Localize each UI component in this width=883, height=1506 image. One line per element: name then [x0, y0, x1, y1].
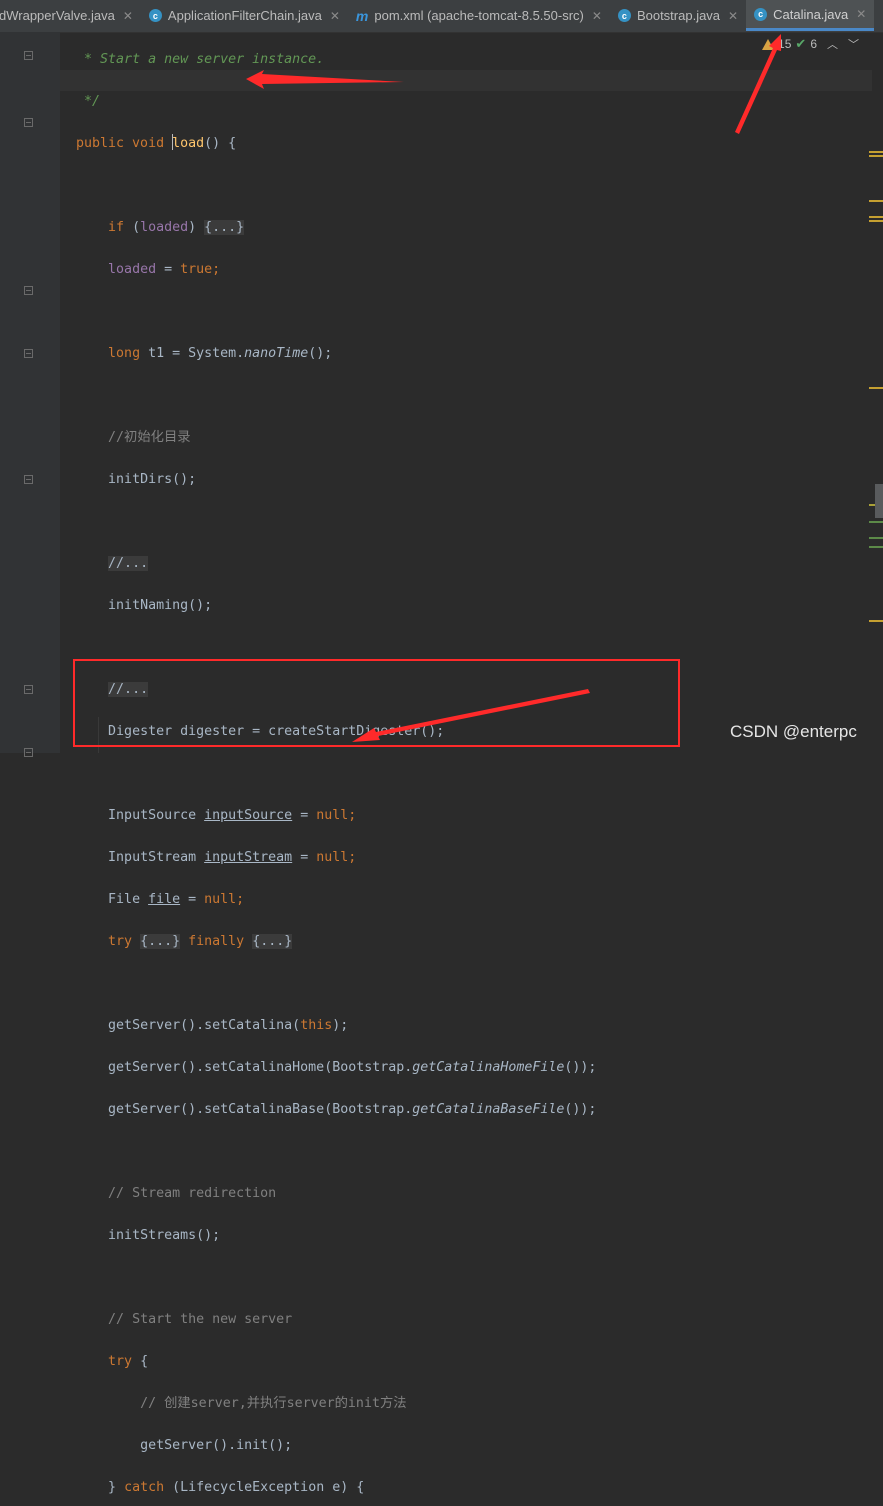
code-line: //...: [60, 553, 596, 574]
scroll-marker-ok[interactable]: [869, 537, 883, 539]
maven-icon: m: [355, 7, 369, 24]
code-line: initStreams();: [108, 1228, 221, 1243]
chevron-up-icon[interactable]: ︿: [827, 36, 838, 52]
scroll-marker-warning[interactable]: [869, 151, 883, 153]
code-line: loaded = true;: [108, 262, 221, 277]
highlight-box: [73, 659, 680, 747]
tab-pom-xml[interactable]: m pom.xml (apache-tomcat-8.5.50-src) ✕: [348, 0, 610, 31]
editor-gutter: [0, 32, 60, 757]
tab-dwrappervalve[interactable]: dWrapperValve.java ✕: [0, 0, 141, 31]
scroll-marker-ok[interactable]: [869, 521, 883, 523]
check-icon: ✔: [795, 36, 807, 51]
method-name-load[interactable]: load: [172, 136, 204, 151]
ok-count: 6: [810, 37, 817, 51]
code-line: // 创建server,并执行server的init方法: [140, 1396, 407, 1411]
code-line: * Start a new server instance.: [84, 52, 325, 67]
scroll-marker-warning[interactable]: [869, 216, 883, 218]
close-icon[interactable]: ✕: [728, 9, 738, 23]
fold-marker[interactable]: [24, 475, 33, 484]
tab-label: Catalina.java: [773, 6, 849, 22]
close-icon[interactable]: ✕: [123, 9, 133, 23]
scrollbar-thumb[interactable]: [875, 484, 883, 518]
code-line: initNaming();: [108, 598, 213, 613]
tab-catalina[interactable]: c Catalina.java ✕: [746, 0, 875, 31]
scroll-marker-warning[interactable]: [869, 155, 883, 157]
warning-icon: [762, 38, 775, 50]
code-line: getServer().setCatalinaBase(Bootstrap.ge…: [108, 1102, 597, 1117]
folded-block[interactable]: {...}: [204, 220, 245, 235]
code-line: */: [84, 94, 101, 109]
class-icon: c: [754, 7, 768, 21]
fold-marker[interactable]: [24, 349, 33, 358]
close-icon[interactable]: ✕: [330, 9, 340, 23]
code-line: File file = null;: [108, 892, 245, 907]
watermark: CSDN @enterpc: [730, 722, 857, 741]
code-line: } catch (LifecycleException e) {: [108, 1480, 365, 1495]
code-line: try {: [108, 1354, 149, 1369]
code-line: // Stream redirection: [108, 1186, 277, 1201]
fold-marker[interactable]: [24, 286, 33, 295]
class-icon: c: [148, 9, 162, 22]
class-icon: c: [617, 9, 631, 22]
tab-bootstrap[interactable]: c Bootstrap.java ✕: [610, 0, 746, 31]
chevron-down-icon[interactable]: ﹀: [848, 36, 859, 52]
close-icon[interactable]: ✕: [592, 9, 602, 23]
code-line: getServer().setCatalinaHome(Bootstrap.ge…: [108, 1060, 597, 1075]
tab-label: Bootstrap.java: [636, 8, 721, 23]
code-line: InputSource inputSource = null;: [108, 808, 357, 823]
code-line: long t1 = System.nanoTime();: [108, 346, 333, 361]
scroll-marker-warning[interactable]: [869, 620, 883, 622]
code-line: public void load() {: [76, 134, 237, 151]
close-icon[interactable]: ✕: [856, 7, 866, 21]
code-line: // Start the new server: [108, 1312, 293, 1327]
folded-comment[interactable]: //...: [108, 556, 149, 571]
scroll-marker-warning[interactable]: [869, 387, 883, 389]
scroll-marker-warning[interactable]: [869, 220, 883, 222]
tab-label: dWrapperValve.java: [0, 8, 115, 23]
folded-block[interactable]: {...}: [252, 934, 293, 949]
tab-label: ApplicationFilterChain.java: [167, 8, 322, 23]
code-line: getServer().init();: [140, 1438, 293, 1453]
warning-count: 15: [778, 37, 792, 51]
tab-applicationfilterchain[interactable]: c ApplicationFilterChain.java ✕: [141, 0, 348, 31]
fold-marker[interactable]: [24, 685, 33, 694]
code-line: initDirs();: [108, 472, 197, 487]
scroll-marker-warning[interactable]: [869, 200, 883, 202]
code-line: try {...} finally {...}: [108, 934, 293, 949]
code-editor[interactable]: * Start a new server instance. */ public…: [60, 28, 596, 1506]
code-line: getServer().setCatalina(this);: [108, 1018, 349, 1033]
code-line: if (loaded) {...}: [108, 220, 245, 235]
fold-marker[interactable]: [24, 51, 33, 60]
code-line: //初始化目录: [108, 430, 191, 445]
tab-label: pom.xml (apache-tomcat-8.5.50-src): [374, 8, 584, 23]
inspection-widget[interactable]: 15 ✔ 6 ︿ ﹀: [733, 34, 883, 54]
fold-marker[interactable]: [24, 118, 33, 127]
scroll-marker-ok[interactable]: [869, 546, 883, 548]
folded-block[interactable]: {...}: [140, 934, 181, 949]
code-line: InputStream inputStream = null;: [108, 850, 357, 865]
